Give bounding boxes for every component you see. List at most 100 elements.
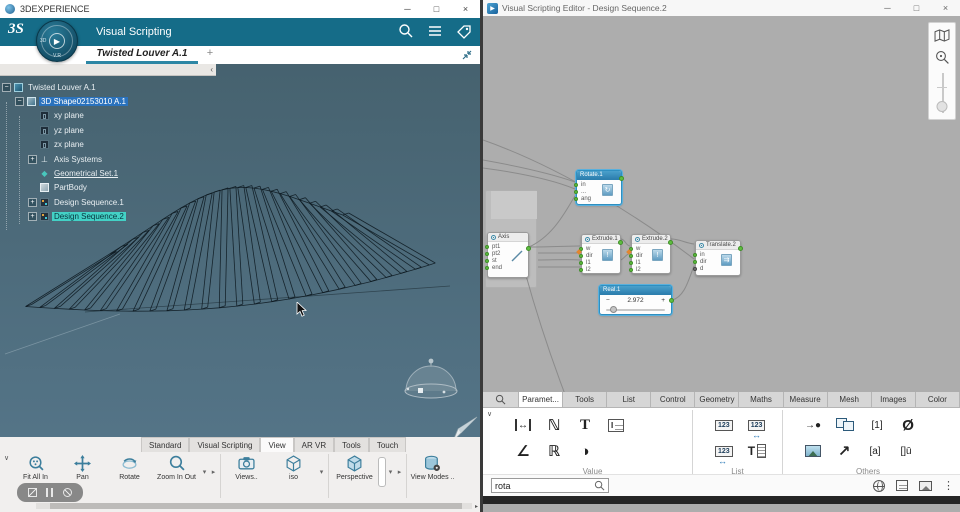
ribbon-tab-view[interactable]: View (260, 437, 294, 452)
slider-handle[interactable] (610, 306, 617, 313)
scrollbar-thumb[interactable] (50, 503, 462, 509)
port-dot[interactable] (579, 261, 583, 265)
ribbon-tab-ar-vr[interactable]: AR VR (293, 437, 335, 452)
port-dot[interactable] (693, 267, 697, 271)
vector-list-icon[interactable]: []ū (898, 442, 914, 460)
angle-icon[interactable]: ∠ (515, 442, 531, 460)
multiline-text-icon[interactable]: I (608, 418, 624, 432)
ribbon-overflow-icon[interactable]: ▸ (475, 503, 478, 510)
palette-tab-geometry[interactable]: Geometry (695, 392, 740, 407)
palette-tab-control[interactable]: Control (651, 392, 696, 407)
tree-item-twisted-louver-a-1[interactable]: − Twisted Louver A.1 (2, 80, 237, 94)
node-translate2-header[interactable]: Translate.2 (696, 241, 743, 251)
dropdown-arrow-icon[interactable]: ▾ (317, 452, 326, 476)
palette-tab-maths[interactable]: Maths (739, 392, 784, 407)
real1-output-port[interactable] (669, 298, 674, 303)
play-icon[interactable]: ▶ (49, 33, 65, 49)
tag-icon[interactable] (456, 23, 472, 39)
port-rotate1-[interactable]: ... (574, 188, 621, 195)
node-extrude1[interactable]: Extrude.1 w dir l1 l2 ! (579, 234, 623, 274)
tree-item-label[interactable]: Design Sequence.1 (52, 198, 126, 207)
port-extrude1-dir[interactable]: dir (579, 252, 620, 259)
expand-group-icon[interactable]: ▸ (395, 452, 404, 476)
port-dot[interactable] (485, 266, 489, 270)
ribbon-tab-tools[interactable]: Tools (334, 437, 369, 452)
image-library-icon[interactable] (919, 480, 932, 491)
node-real1[interactable]: Real.1 − 2.972 + (599, 285, 674, 315)
maximize-button[interactable]: □ (422, 0, 451, 18)
node-rotate1[interactable]: Rotate.1 in... ang ↻ (574, 170, 624, 205)
tree-item-label[interactable]: Design Sequence.2 (52, 212, 126, 222)
integer-list-icon[interactable]: 123 (715, 419, 733, 431)
3d-viewport[interactable]: ‹ − Twisted Louver A.1−3D Shape02153010 A… (0, 64, 480, 437)
edit-icon[interactable] (27, 488, 37, 497)
dropdown-arrow-icon[interactable]: ▾ (200, 452, 209, 476)
search-icon[interactable] (398, 23, 414, 39)
graph-canvas[interactable]: Axis pt1 pt2 st end Rotate.1 in... ang ↻ Ext… (483, 16, 960, 392)
boolean-icon[interactable]: ◑ (577, 442, 593, 460)
web-resources-icon[interactable] (873, 479, 885, 492)
port-dot[interactable] (693, 260, 697, 264)
port-extrude2-l1[interactable]: l1 (629, 259, 670, 266)
tree-expander-icon[interactable]: + (28, 212, 37, 222)
palette-search-input[interactable]: rota (491, 478, 609, 493)
port-translate2-in[interactable]: in (693, 251, 740, 258)
editor-minimize-button[interactable]: ─ (873, 0, 902, 16)
real-icon[interactable]: ℝ (546, 442, 562, 460)
attribute-icon[interactable]: [a] (867, 442, 883, 460)
list-index-icon[interactable]: [1] (869, 416, 885, 434)
ground-compass[interactable] (400, 354, 462, 404)
pause-icon[interactable] (46, 488, 54, 497)
port-extrude1-l1[interactable]: l1 (579, 259, 620, 266)
integer-icon[interactable]: ℕ (546, 416, 562, 434)
node-extrude2[interactable]: Extrude.2 w dir l1 l2 ! (629, 234, 673, 274)
palette-tab-images[interactable]: Images (871, 392, 916, 407)
floating-mini-toolbar[interactable] (17, 483, 83, 502)
real1-value[interactable]: 2.972 (627, 297, 643, 304)
tree-expander-icon[interactable]: + (28, 197, 37, 207)
tree-item-label[interactable]: Geometrical Set.1 (52, 169, 120, 178)
port-rotate1-in[interactable]: in (574, 181, 621, 188)
range-list-icon[interactable]: 123 (747, 419, 766, 431)
length-icon[interactable]: ↔ (515, 419, 531, 431)
port-dot[interactable] (579, 268, 583, 272)
tree-item-label[interactable]: Twisted Louver A.1 (26, 83, 98, 92)
tree-expander-icon[interactable]: − (15, 97, 24, 107)
resize-pencil-icon[interactable] (452, 416, 478, 437)
tool-iso[interactable]: iso (270, 452, 317, 482)
editor-maximize-button[interactable]: □ (902, 0, 931, 16)
tree-item-zx-plane[interactable]: zx plane (2, 138, 237, 152)
tool-view-modes-[interactable]: View Modes .. (409, 452, 456, 482)
point-icon[interactable]: →● (805, 416, 821, 434)
ribbon-collapse-icon[interactable]: ∨ (4, 454, 9, 462)
palette-tab-color[interactable]: Color (915, 392, 960, 407)
series-list-icon[interactable]: 123 (715, 445, 733, 466)
map-overview-icon[interactable] (934, 29, 950, 42)
perspective-slider[interactable] (378, 457, 386, 487)
palette-tab-list[interactable]: List (607, 392, 652, 407)
tree-item-3d-shape02153010-a-1[interactable]: − 3D Shape02153010 A.1 (2, 94, 237, 108)
node-extrude1-header[interactable]: Extrude.1 (582, 235, 623, 245)
tree-expander-icon[interactable]: − (2, 82, 11, 92)
palette-tab-tools[interactable]: Tools (563, 392, 608, 407)
palette-search-tab[interactable] (483, 392, 519, 407)
tree-item-label[interactable]: xy plane (52, 111, 86, 120)
port-dot[interactable] (485, 245, 489, 249)
tree-item-label[interactable]: yz plane (52, 126, 86, 135)
port-rotate1-ang[interactable]: ang (574, 195, 621, 202)
tool-zoom-in-out[interactable]: Zoom In Out (153, 452, 200, 482)
tool-pan[interactable]: Pan (59, 452, 106, 482)
node-extrude2-header[interactable]: Extrude.2 (632, 235, 673, 245)
tree-item-geometrical-set-1[interactable]: ◆ Geometrical Set.1 (2, 166, 237, 180)
new-tab-button[interactable]: + (203, 47, 217, 59)
search-icon[interactable] (594, 480, 605, 491)
canvas-zoom-slider[interactable] (929, 73, 955, 117)
node-axis-header[interactable]: Axis (488, 233, 531, 251)
node-real1-header[interactable]: Real.1 (600, 286, 671, 295)
port-axis-end[interactable]: end (485, 264, 528, 271)
image-icon[interactable] (805, 445, 821, 457)
node-axis[interactable]: Axis pt1 pt2 st end (485, 232, 531, 278)
palette-tab-measure[interactable]: Measure (783, 392, 828, 407)
ribbon-scrollbar[interactable] (36, 503, 472, 509)
port-extrude2-w[interactable]: w (629, 245, 670, 252)
